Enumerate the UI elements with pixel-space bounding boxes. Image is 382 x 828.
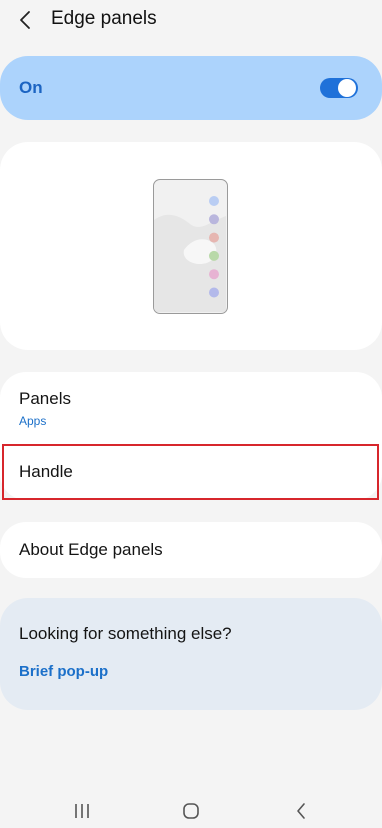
chevron-left-icon [20,11,30,29]
suggestion-question: Looking for something else? [19,624,232,643]
back-nav-button[interactable] [289,800,313,822]
navigation-bar [0,790,382,828]
panels-subtitle: Apps [19,414,47,428]
home-icon [183,803,199,819]
back-icon [297,803,305,819]
edge-panels-screen: Edge panels On Panels Apps Handle About … [0,0,382,828]
brief-popup-link[interactable]: Brief pop-up [19,663,108,680]
preview-card [0,142,382,350]
panel-dot [209,196,219,206]
suggestion-card: Looking for something else? Brief pop-up [0,598,382,710]
home-button[interactable] [179,800,203,822]
panels-title: Panels [19,389,71,408]
master-toggle[interactable] [320,78,358,98]
header: Edge panels [0,0,382,40]
about-title: About Edge panels [19,540,163,559]
panel-dot [209,232,219,243]
phone-preview [153,179,228,314]
recents-icon [75,804,89,818]
panels-item[interactable]: Panels Apps [0,372,382,442]
panel-dot [209,269,219,280]
master-switch-label: On [19,78,43,97]
edge-panel-illustration [154,196,226,312]
recents-button[interactable] [70,800,94,822]
about-item[interactable]: About Edge panels [0,522,382,578]
panel-dot [209,214,219,225]
panel-dot [209,250,219,261]
panel-dot [209,287,219,298]
page-title: Edge panels [51,8,157,29]
toggle-knob [338,79,356,97]
handle-highlight-box [2,444,379,500]
back-button[interactable] [14,8,38,32]
master-switch-row[interactable]: On [0,56,382,120]
